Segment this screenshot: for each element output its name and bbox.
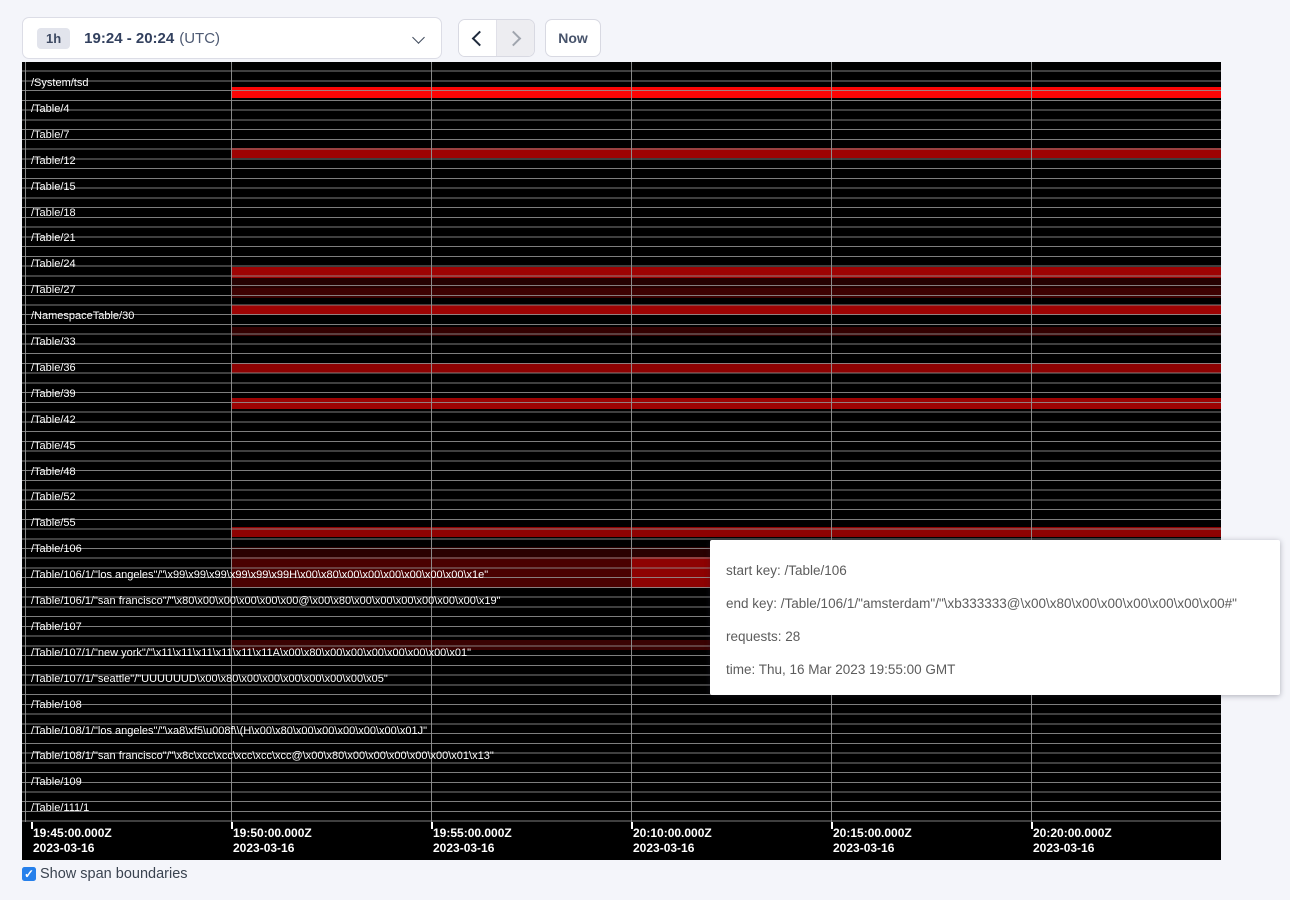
key-row-label: /Table/15 [31, 180, 76, 194]
duration-badge: 1h [37, 28, 70, 49]
time-gridline [231, 62, 232, 822]
tooltip-start-key: start key: /Table/106 [726, 562, 1264, 580]
chevron-down-icon [412, 31, 425, 44]
show-span-boundaries-label: Show span boundaries [40, 866, 188, 882]
show-span-boundaries-checkbox[interactable]: ✓ [22, 867, 36, 881]
time-gridline [631, 62, 632, 822]
axis-tick-label: 19:50:00.000Z2023-03-16 [233, 826, 312, 856]
key-row-label: /Table/111/1 [31, 801, 89, 815]
key-row-label: /Table/106/1/"san francisco"/"\x80\x00\x… [31, 594, 501, 608]
key-row-label: /Table/48 [31, 465, 76, 479]
key-row-label: /Table/106 [31, 542, 82, 556]
key-row-label: /Table/12 [31, 154, 76, 168]
heatmap-canvas[interactable]: /System/tsd/Table/4/Table/7/Table/12/Tab… [22, 62, 1221, 822]
axis-tick-label: 20:10:00.000Z2023-03-16 [633, 826, 712, 856]
axis-tick-label: 20:15:00.000Z2023-03-16 [833, 826, 912, 856]
heat-band[interactable] [231, 305, 1221, 315]
time-gridline [831, 62, 832, 822]
key-row-label: /Table/107 [31, 620, 82, 634]
chevron-right-icon [506, 30, 522, 46]
prev-time-button[interactable] [459, 20, 496, 56]
time-gridline [431, 62, 432, 822]
key-row-label: /Table/52 [31, 490, 76, 504]
key-row-label: /Table/24 [31, 257, 76, 271]
key-row-label: /Table/108 [31, 698, 82, 712]
key-row-label: /Table/108/1/"los angeles"/"\xa8\xf5\u00… [31, 724, 427, 738]
heat-band[interactable] [231, 148, 1221, 158]
axis-tick-label: 19:55:00.000Z2023-03-16 [433, 826, 512, 856]
key-row-label: /Table/109 [31, 775, 82, 789]
key-row-label: /Table/45 [31, 439, 76, 453]
timezone-label: (UTC) [179, 30, 220, 47]
span-boundary-grid [22, 62, 1221, 822]
heat-band[interactable] [231, 577, 631, 588]
heat-band[interactable] [231, 398, 1221, 409]
tooltip-end-key: end key: /Table/106/1/"amsterdam"/"\xb33… [726, 595, 1264, 613]
key-row-label: /Table/39 [31, 387, 76, 401]
chevron-left-icon [472, 30, 488, 46]
key-row-label: /Table/108/1/"san francisco"/"\x8c\xcc\x… [31, 749, 494, 763]
key-row-label: /System/tsd [31, 76, 88, 90]
time-axis: 19:45:00.000Z2023-03-16 19:50:00.000Z2023… [22, 822, 1221, 860]
now-button[interactable]: Now [545, 19, 601, 57]
key-row-label: /Table/55 [31, 516, 76, 530]
key-row-label: /Table/36 [31, 361, 76, 375]
key-row-label: /Table/27 [31, 283, 76, 297]
checkmark-icon: ✓ [24, 868, 34, 880]
tooltip-requests: requests: 28 [726, 628, 1264, 646]
heat-band[interactable] [231, 267, 1221, 278]
time-nav-group [458, 19, 535, 57]
heat-band[interactable] [231, 363, 1221, 373]
span-tooltip: start key: /Table/106 end key: /Table/10… [710, 540, 1280, 695]
heat-band[interactable] [231, 327, 1221, 336]
key-row-label: /Table/18 [31, 206, 76, 220]
key-row-label: /Table/7 [31, 128, 70, 142]
time-range-selector[interactable]: 1h 19:24 - 20:24 (UTC) [22, 17, 442, 59]
axis-tick-label: 19:45:00.000Z2023-03-16 [33, 826, 112, 856]
next-time-button-disabled[interactable] [496, 20, 534, 56]
tooltip-time: time: Thu, 16 Mar 2023 19:55:00 GMT [726, 661, 1264, 679]
time-gridline [1031, 62, 1032, 822]
key-row-label: /Table/107/1/"seattle"/"UUUUUUD\x00\x80\… [31, 672, 388, 686]
time-gridline [25, 62, 26, 822]
key-row-label: /Table/33 [31, 335, 76, 349]
heat-band[interactable] [231, 288, 1221, 298]
axis-tick-label: 20:20:00.000Z2023-03-16 [1033, 826, 1112, 856]
heat-band[interactable] [231, 557, 631, 567]
footer-controls: ✓ Show span boundaries [22, 866, 188, 882]
key-row-label: /Table/21 [31, 231, 76, 245]
heat-band[interactable] [231, 87, 1221, 98]
heat-band[interactable] [231, 527, 1221, 537]
key-row-label: /NamespaceTable/30 [31, 309, 134, 323]
key-row-label: /Table/42 [31, 413, 76, 427]
time-range-label: 19:24 - 20:24 [84, 30, 174, 47]
heat-band[interactable] [231, 567, 631, 577]
heat-band[interactable] [231, 278, 1221, 288]
key-row-label: /Table/4 [31, 102, 70, 116]
